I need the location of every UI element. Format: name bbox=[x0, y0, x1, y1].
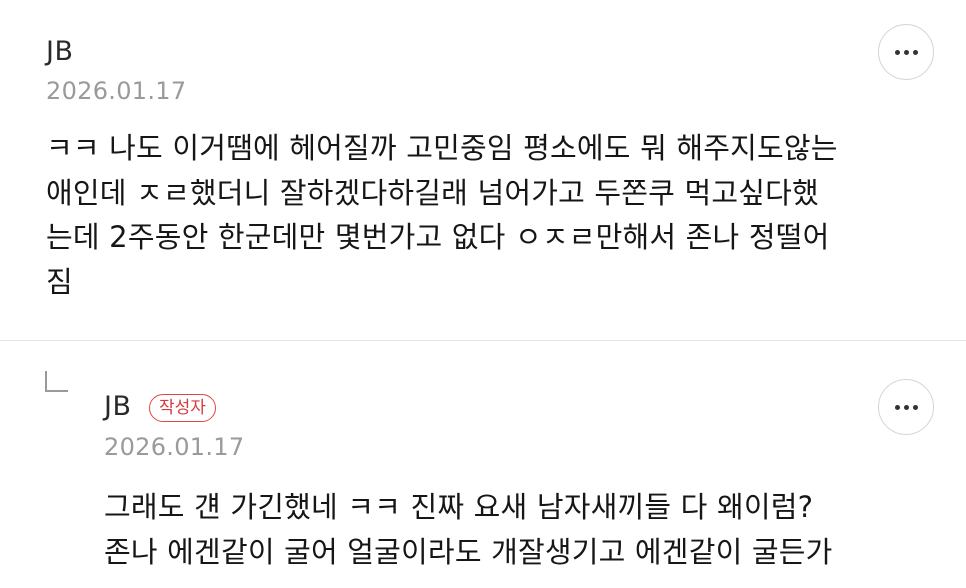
comment-text: 그래도 걘 가긴했네 ㅋㅋ 진짜 요새 남자새끼들 다 왜이럼? 존나 에겐같이… bbox=[104, 490, 833, 569]
more-horizontal-icon bbox=[894, 404, 918, 410]
comment-date: 2026.01.17 bbox=[104, 433, 245, 461]
comment-date: 2026.01.17 bbox=[46, 77, 187, 105]
more-horizontal-icon bbox=[894, 49, 918, 55]
comment: JB 2026.01.17 ㅋㅋ 나도 이거땜에 헤어질까 고민중임 평소에도 … bbox=[0, 0, 966, 340]
more-options-button[interactable] bbox=[878, 24, 934, 80]
more-options-button[interactable] bbox=[878, 379, 934, 435]
reply-comment: JB 작성자 2026.01.17 그래도 걘 가긴했네 ㅋㅋ 진짜 요새 남자… bbox=[0, 341, 966, 588]
comment-author[interactable]: JB bbox=[104, 391, 132, 423]
reply-arrow-icon bbox=[45, 371, 68, 392]
comment-text: ㅋㅋ 나도 이거땜에 헤어질까 고민중임 평소에도 뭐 해주지도않는 애인데 ㅈ… bbox=[46, 131, 838, 299]
author-badge: 작성자 bbox=[149, 394, 216, 422]
comment-author[interactable]: JB bbox=[46, 36, 74, 68]
